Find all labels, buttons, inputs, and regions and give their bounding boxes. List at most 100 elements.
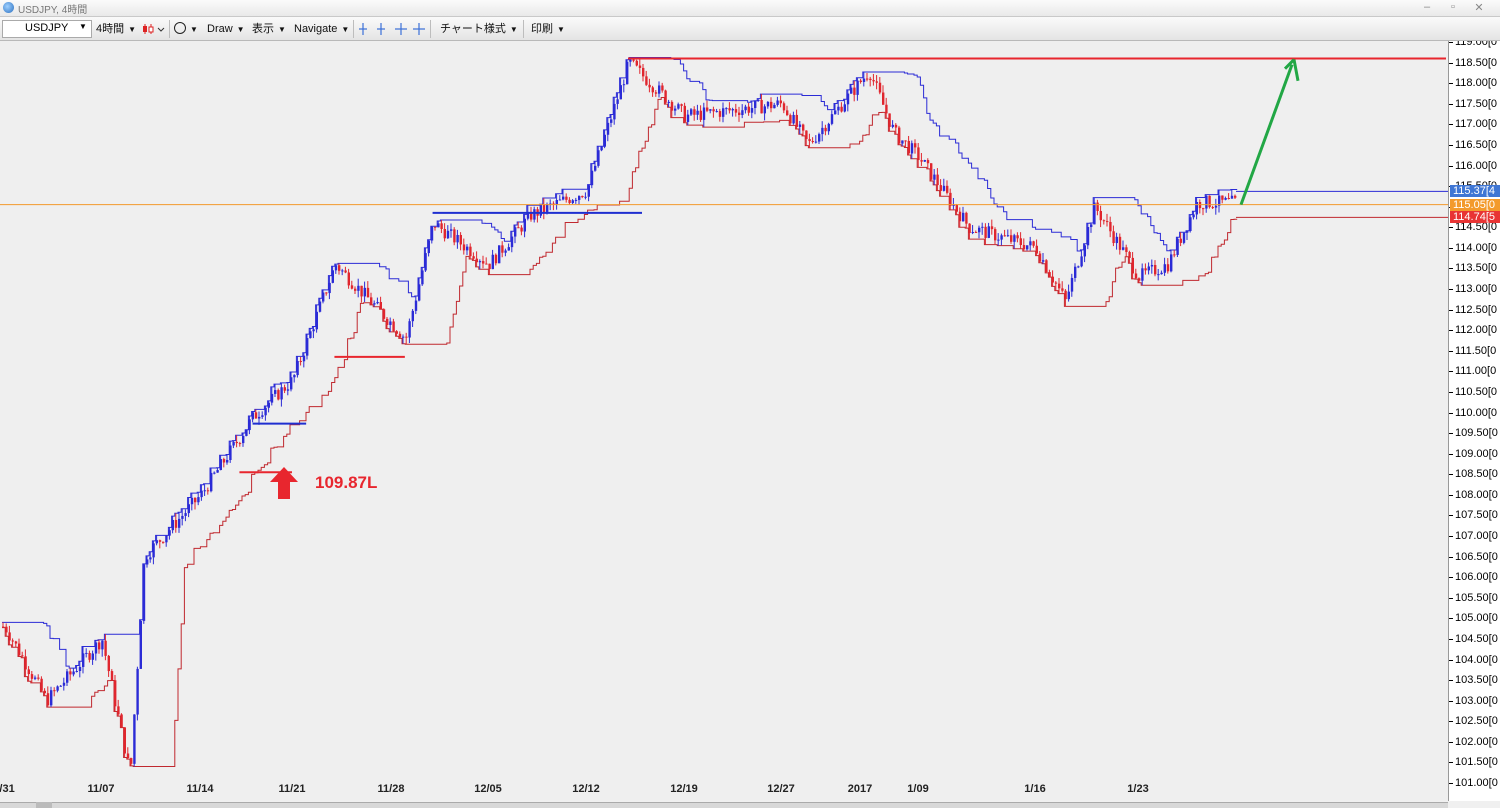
candle-body	[318, 301, 322, 312]
candle-body	[1099, 210, 1102, 221]
restore-icon[interactable]: ▫	[1446, 1, 1460, 13]
candle-body	[1125, 247, 1128, 252]
candle-body	[30, 674, 34, 679]
candle-body	[690, 109, 693, 115]
candle-body	[1234, 195, 1237, 198]
candle-body	[338, 265, 341, 271]
candle-body	[334, 265, 338, 271]
candle-body	[302, 355, 306, 362]
candle-body	[901, 140, 904, 144]
candle-body	[1112, 231, 1115, 244]
candle-body	[34, 677, 37, 679]
candle-body	[18, 643, 21, 656]
price-axis[interactable]: 119.00[0 118.50[0 118.00[0 117.50[0 117.00[0…	[1448, 41, 1500, 801]
candle-body	[523, 218, 526, 232]
candle-body	[1205, 195, 1208, 209]
candle-body	[782, 103, 786, 111]
candle-body	[802, 124, 805, 131]
candle-body	[1211, 207, 1214, 209]
candle-body	[354, 288, 357, 291]
candle-body	[744, 106, 747, 111]
candle-body	[1227, 197, 1230, 199]
symbol-select[interactable]: USDJPY ▼	[2, 20, 92, 38]
price-tick-label: 108.50[0	[1455, 468, 1498, 481]
candle-body	[43, 690, 46, 694]
candle-body	[478, 261, 482, 263]
candle-body	[818, 134, 821, 142]
crosshair-tools-icon	[359, 23, 425, 35]
candle-body	[517, 227, 520, 229]
candle-body	[514, 227, 517, 237]
candle-body	[1010, 235, 1013, 242]
price-tick	[1449, 556, 1453, 558]
candle-body	[741, 110, 744, 116]
scrollbar-left-button[interactable]	[36, 802, 52, 808]
chart-type-button[interactable]	[140, 21, 166, 37]
chevron-down-icon: ▼	[79, 22, 87, 31]
price-chart[interactable]: 109.87L	[0, 41, 1448, 801]
chevron-down-icon: ▼	[509, 25, 518, 34]
candle-body	[1109, 221, 1112, 232]
time-axis-scrollbar[interactable]	[0, 801, 1448, 808]
candle-body	[11, 640, 14, 642]
price-tick	[1449, 474, 1453, 476]
candle-body	[990, 226, 994, 230]
candle-body	[987, 226, 990, 238]
candle-body	[222, 459, 226, 463]
candle-body	[152, 543, 155, 558]
candle-body	[616, 99, 619, 104]
navigate-menu[interactable]: Navigate ▼	[294, 21, 349, 37]
chart-style-menu[interactable]: チャート様式 ▼	[440, 21, 518, 37]
view-menu[interactable]: 表示 ▼	[252, 21, 286, 37]
candle-body	[1061, 288, 1064, 291]
candle-body	[664, 90, 667, 103]
candle-body	[1138, 278, 1141, 281]
candle-body	[142, 564, 146, 621]
candle-body	[1070, 277, 1074, 292]
print-menu[interactable]: 印刷 ▼	[531, 21, 565, 37]
candle-body	[635, 60, 638, 66]
candle-body	[1026, 245, 1029, 250]
close-icon[interactable]: ✕	[1472, 1, 1486, 14]
price-tick-label: 111.00[0	[1455, 365, 1497, 378]
candle-body	[1000, 235, 1003, 240]
crosshair-tools[interactable]	[357, 21, 427, 37]
candle-body	[360, 285, 363, 297]
candle-body	[594, 165, 597, 171]
price-tick	[1449, 371, 1453, 373]
price-tick	[1449, 83, 1453, 85]
candle-body	[62, 682, 66, 686]
drawing-tool-button[interactable]: ▼	[174, 21, 198, 37]
scrollbar-track[interactable]	[0, 802, 1448, 808]
chart-canvas[interactable]	[0, 41, 1448, 801]
minimize-icon[interactable]: –	[1420, 1, 1434, 13]
chevron-down-icon: ▼	[341, 25, 350, 34]
candle-body	[942, 185, 946, 191]
candle-body	[290, 377, 293, 390]
candle-body	[190, 497, 194, 505]
candle-body	[299, 360, 302, 362]
candle-body	[578, 196, 581, 200]
candle-body	[773, 104, 776, 109]
price-tick-label: 107.00[0	[1455, 530, 1498, 542]
candle-body	[40, 678, 43, 691]
candle-body	[440, 223, 443, 229]
draw-menu[interactable]: Draw ▼	[207, 21, 245, 37]
candle-body	[264, 407, 267, 416]
price-tick-label: 106.50[0	[1455, 550, 1498, 563]
view-label: 表示	[252, 23, 274, 35]
candle-body	[146, 559, 149, 565]
candle-body	[1173, 254, 1176, 256]
timeframe-select[interactable]: 4時間 ▼	[96, 21, 136, 37]
print-label: 印刷	[531, 23, 553, 35]
price-tick	[1449, 597, 1453, 599]
candle-body	[117, 706, 120, 715]
price-tick	[1449, 62, 1453, 64]
candle-body	[1003, 235, 1006, 237]
candle-body	[341, 270, 344, 272]
candle-body	[878, 82, 882, 93]
candle-body	[181, 515, 184, 519]
candle-body	[229, 445, 232, 461]
candle-body	[245, 430, 248, 436]
projection-arrow-line	[1239, 64, 1294, 206]
